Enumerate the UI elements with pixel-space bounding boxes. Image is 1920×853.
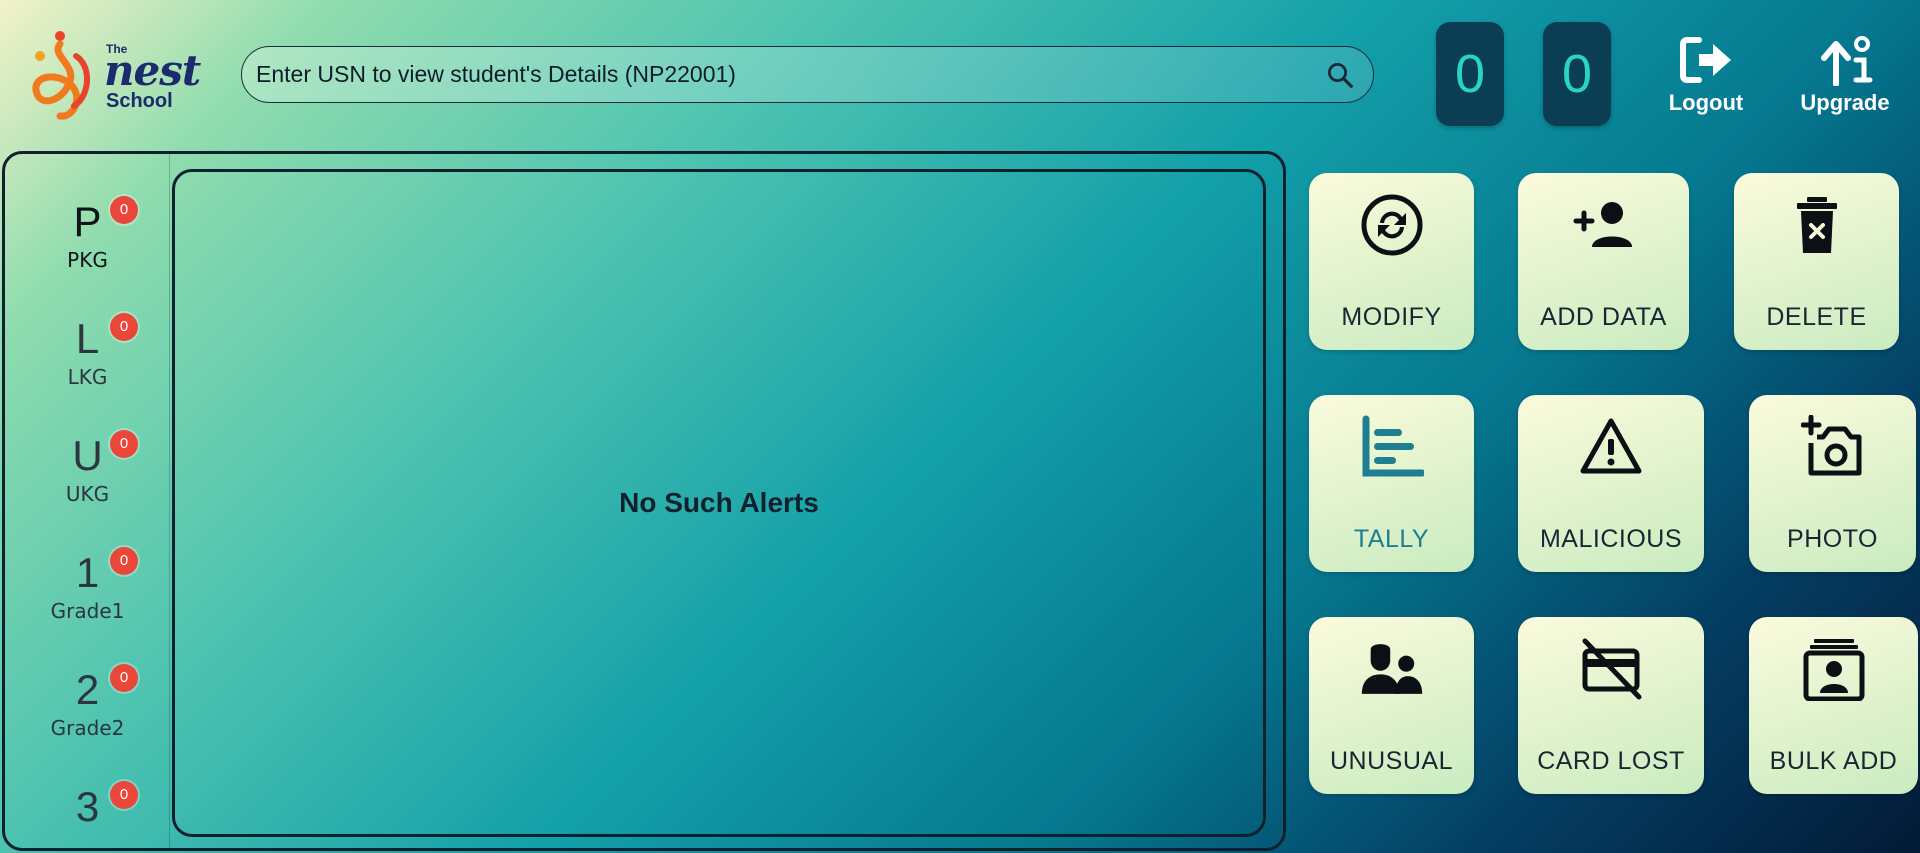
grade-item-lkg[interactable]: L LKG 0: [5, 275, 170, 389]
grade-letter: P: [73, 198, 102, 245]
card-lost-button[interactable]: CARD LOST: [1518, 617, 1704, 794]
people-icon: [1361, 644, 1422, 694]
usn-search-input[interactable]: [256, 61, 1325, 88]
malicious-button[interactable]: MALICIOUS: [1518, 395, 1704, 572]
modify-button[interactable]: MODIFY: [1309, 173, 1474, 350]
grade-label: UKG: [65, 482, 110, 506]
grade-list: P PKG 0 L LKG 0 U UKG 0 1 Grade1 0 2 Gra…: [5, 154, 170, 848]
warning-icon: [1580, 418, 1642, 474]
delete-bin-icon: [1796, 197, 1837, 253]
delete-button[interactable]: DELETE: [1734, 173, 1899, 350]
sync-icon: [1361, 194, 1422, 256]
unusual-label: UNUSUAL: [1330, 747, 1453, 775]
card-lost-label: CARD LOST: [1537, 747, 1685, 775]
bulk-add-button[interactable]: BULK ADD: [1749, 617, 1918, 794]
search-icon[interactable]: [1325, 60, 1355, 90]
grade-letter: L: [75, 315, 100, 362]
bulk-add-label: BULK ADD: [1769, 747, 1898, 775]
counter-1-value: 0: [1454, 44, 1486, 104]
delete-label: DELETE: [1766, 303, 1867, 331]
card-off-icon: [1582, 638, 1642, 700]
modify-label: MODIFY: [1341, 303, 1442, 331]
add-person-icon: [1573, 202, 1632, 247]
counter-1: 0: [1436, 22, 1504, 126]
counter-2: 0: [1543, 22, 1611, 126]
grade-badge: 0: [110, 547, 138, 575]
upgrade-icon: [1821, 36, 1873, 86]
grade-badge: 0: [110, 313, 138, 341]
grade-item-grade2[interactable]: 2 Grade2 0: [5, 626, 170, 740]
school-logo: The nest School: [30, 26, 201, 124]
grade-letter: 2: [75, 666, 100, 713]
photo-label: PHOTO: [1787, 525, 1878, 553]
malicious-label: MALICIOUS: [1539, 525, 1683, 553]
upgrade-label: Upgrade: [1800, 90, 1890, 115]
nest-logo-icon: [32, 31, 91, 120]
grade-badge: 0: [110, 664, 138, 692]
grade-letter: 1: [75, 549, 100, 596]
logout-button[interactable]: Logout: [1651, 34, 1761, 116]
tally-label: TALLY: [1353, 525, 1430, 553]
add-camera-icon: [1800, 415, 1861, 476]
grade-badge: 0: [110, 781, 138, 809]
grade-label: Grade1: [50, 599, 125, 623]
grade-item-ukg[interactable]: U UKG 0: [5, 392, 170, 506]
grade-badge: 0: [110, 430, 138, 458]
unusual-button[interactable]: UNUSUAL: [1309, 617, 1474, 794]
grade-label: PKG: [67, 248, 108, 272]
empty-alerts-message: No Such Alerts: [619, 487, 819, 518]
usn-search-bar: [241, 46, 1374, 103]
grade-item-grade3[interactable]: 3 0: [5, 743, 170, 848]
brand-nest: nest: [104, 46, 201, 95]
brand-school: School: [106, 90, 173, 112]
alerts-panel: P PKG 0 L LKG 0 U UKG 0 1 Grade1 0 2 Gra…: [2, 151, 1286, 851]
grade-item-pkg[interactable]: P PKG 0: [5, 158, 170, 272]
grade-letter: 3: [75, 783, 100, 830]
tally-button[interactable]: TALLY: [1309, 395, 1474, 572]
logout-label: Logout: [1668, 90, 1744, 115]
bar-chart-icon: [1362, 415, 1424, 477]
contacts-stack-icon: [1803, 639, 1864, 701]
grade-badge: 0: [110, 196, 138, 224]
photo-button[interactable]: PHOTO: [1749, 395, 1916, 572]
counter-2-value: 0: [1561, 44, 1593, 104]
logout-icon: [1680, 37, 1731, 83]
grade-item-grade1[interactable]: 1 Grade1 0: [5, 509, 170, 623]
add-data-button[interactable]: ADD DATA: [1518, 173, 1689, 350]
grade-letter: U: [72, 432, 103, 479]
grade-label: Grade2: [50, 716, 125, 740]
upgrade-button[interactable]: Upgrade: [1790, 34, 1900, 116]
alerts-list: No Such Alerts: [172, 169, 1266, 837]
grade-label: LKG: [67, 365, 108, 389]
add-data-label: ADD DATA: [1540, 303, 1667, 331]
